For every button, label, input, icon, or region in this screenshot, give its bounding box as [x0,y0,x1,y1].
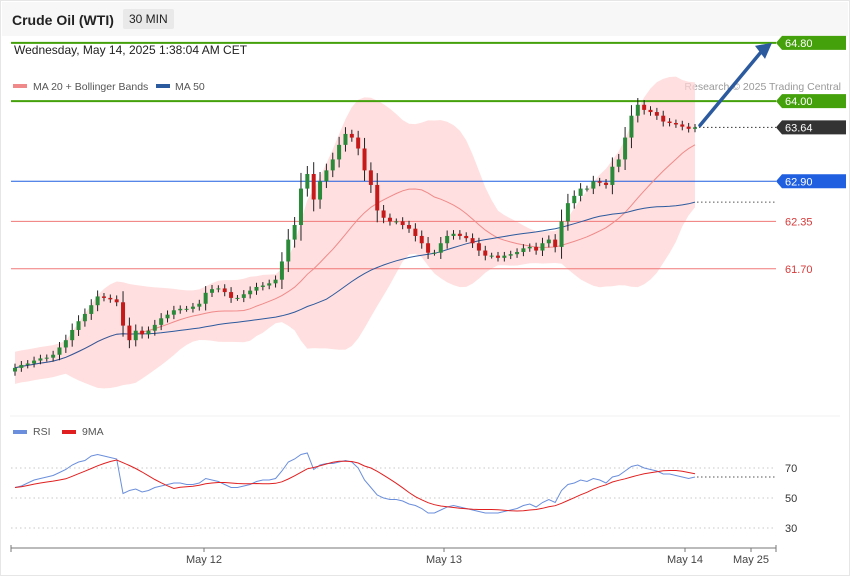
price-tag-text: 64.00 [785,96,813,108]
ma50-legend-label: MA 50 [175,81,205,93]
rsi-panel: 70 50 30 [11,452,797,535]
price-tag-text: 62.35 [785,216,813,228]
rsi-legend-swatch [13,430,27,434]
rsi-tick-label: 30 [785,523,797,535]
price-tags: 64.80 64.00 63.64 62.90 62.35 61.70 [776,35,846,276]
ma9-legend-swatch [62,430,76,434]
rsi-legend-label: RSI [33,426,51,438]
ma50-legend-swatch [156,84,170,88]
x-tick-label: May 14 [667,554,703,566]
x-axis: May 12 May 13 May 14 May 25 [10,545,777,566]
price-tag-text: 63.64 [785,122,813,134]
price-tag-64.80: 64.80 [776,35,846,50]
rsi-legend: RSI 9MA [13,426,104,438]
rsi-tick-label: 70 [785,463,797,475]
ma9-legend-label: 9MA [82,426,104,438]
ma20-legend-label: MA 20 + Bollinger Bands [33,81,148,93]
price-tag-63.64: 63.64 [776,120,846,135]
rsi-tick-label: 50 [785,493,797,505]
price-tag-62.90: 62.90 [776,174,846,189]
price-tag-62.35: 62.35 [785,216,813,228]
candle [572,190,577,209]
bollinger-band-area [15,76,695,389]
chart-canvas: MA 20 + Bollinger Bands MA 50 Research ©… [10,35,846,566]
ma20-legend-swatch [13,84,27,88]
price-tag-text: 62.90 [785,176,813,188]
price-tag-text: 64.80 [785,38,813,50]
price-tag-64.00: 64.00 [776,94,846,109]
copyright-text: Research © 2025 Trading Central [684,81,841,93]
x-tick-label: May 12 [186,554,222,566]
price-legend: MA 20 + Bollinger Bands MA 50 [13,81,205,93]
x-tick-label: May 13 [426,554,462,566]
price-tag-text: 61.70 [785,264,813,276]
bollinger-band [15,76,695,389]
candle [305,165,310,197]
price-tag-61.70: 61.70 [785,264,813,276]
x-tick-label: May 25 [733,554,769,566]
